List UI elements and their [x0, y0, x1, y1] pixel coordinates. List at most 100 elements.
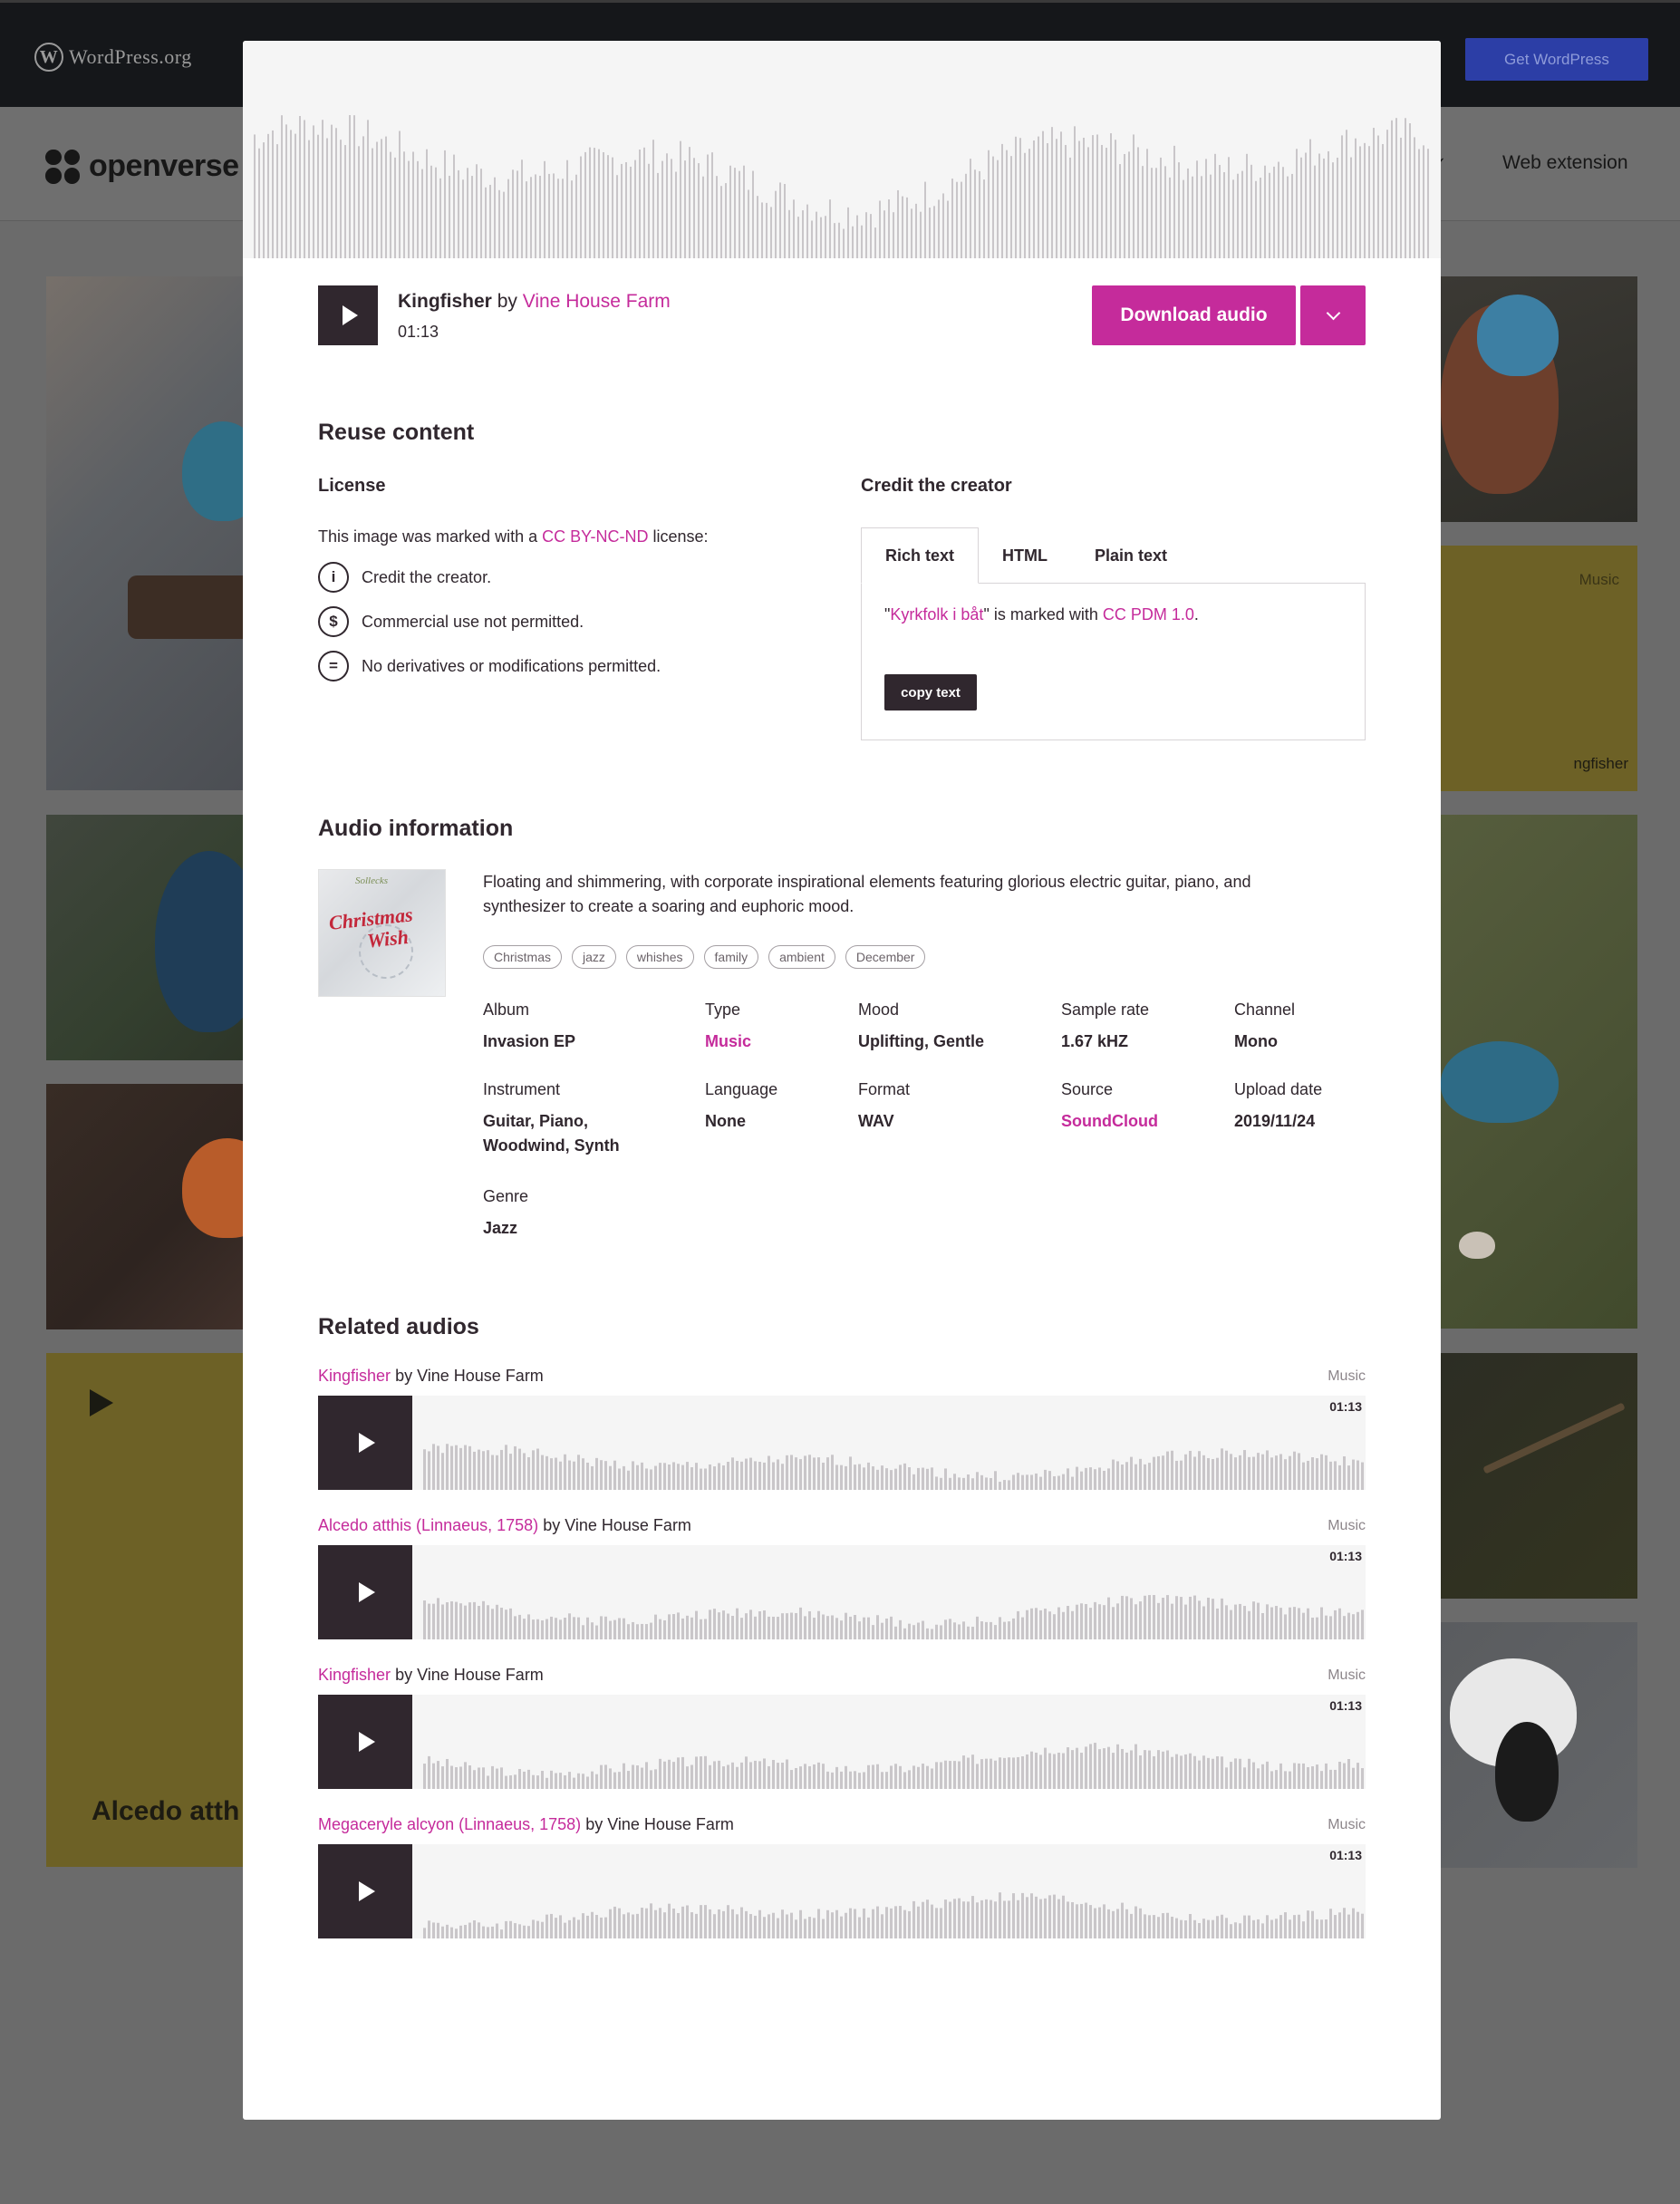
related-audio-link[interactable]: Megaceryle alcyon (Linnaeus, 1758)	[318, 1815, 581, 1833]
audio-tile[interactable]: Music ngfisher	[1441, 546, 1637, 791]
play-button[interactable]	[318, 1545, 412, 1639]
image-tile[interactable]	[1441, 276, 1637, 522]
waveform-bar	[704, 1905, 707, 1938]
waveform-bar	[661, 160, 663, 258]
cover-title-line: Wish	[365, 924, 410, 952]
main-waveform[interactable]	[243, 41, 1441, 258]
waveform-bar	[591, 1622, 594, 1639]
work-link[interactable]: Kyrkfolk i båt	[890, 605, 983, 624]
creator-link[interactable]: Vine House Farm	[523, 291, 671, 312]
waveform-bar	[734, 168, 736, 258]
play-icon[interactable]	[90, 1389, 113, 1416]
waveform-bar	[613, 1619, 616, 1639]
audio-by: by	[497, 291, 517, 312]
image-tile[interactable]	[46, 276, 243, 790]
image-tile[interactable]	[1441, 1353, 1637, 1599]
waveform-bar	[1139, 1601, 1142, 1639]
tag[interactable]: December	[845, 945, 926, 969]
waveform-bar	[441, 1604, 444, 1639]
waveform-bar	[1198, 1451, 1201, 1490]
waveform-bar	[523, 1453, 526, 1490]
tab-rich-text[interactable]: Rich text	[861, 527, 980, 584]
tag[interactable]: whishes	[625, 945, 694, 969]
related-audio-link[interactable]: Kingfisher	[318, 1367, 391, 1385]
waveform-bar	[546, 1914, 548, 1938]
download-audio-button[interactable]: Download audio	[1092, 285, 1296, 345]
tag[interactable]: Christmas	[483, 945, 563, 969]
waveform-bar	[725, 183, 727, 258]
waveform-bar	[539, 175, 541, 258]
waveform-bar	[707, 154, 709, 258]
waveform-bar	[285, 124, 287, 258]
waveform-bar	[872, 1909, 874, 1938]
tag[interactable]: ambient	[768, 945, 835, 969]
waveform-bar	[376, 141, 378, 258]
waveform-bar	[1198, 1600, 1201, 1639]
image-tile[interactable]	[46, 1084, 243, 1329]
waveform-bar	[509, 1920, 512, 1938]
related-waveform[interactable]	[423, 1844, 1366, 1938]
waveform-bar	[1212, 1599, 1214, 1639]
related-waveform[interactable]	[423, 1396, 1366, 1490]
wordpress-logo[interactable]: W WordPress.org	[34, 43, 192, 72]
waveform-bar	[1030, 1608, 1033, 1639]
waveform-bar	[790, 1455, 793, 1490]
play-button[interactable]	[318, 1695, 412, 1789]
play-button[interactable]	[318, 1844, 412, 1938]
image-tile[interactable]	[1441, 815, 1637, 1329]
play-button[interactable]	[318, 285, 378, 345]
waveform-bar	[1243, 1450, 1246, 1490]
related-audio-link[interactable]: Alcedo atthis (Linnaeus, 1758)	[318, 1516, 538, 1534]
waveform-bar	[577, 1455, 580, 1490]
play-button[interactable]	[318, 1396, 412, 1490]
meta-value-link[interactable]: SoundCloud	[1061, 1109, 1158, 1134]
waveform-bar	[1175, 1460, 1178, 1490]
openverse-logo[interactable]: openverse	[45, 149, 239, 184]
waveform-bar	[1216, 1916, 1219, 1938]
related-waveform[interactable]	[423, 1545, 1366, 1639]
web-extension-link[interactable]: Web extension	[1502, 152, 1628, 174]
waveform-bar	[727, 1462, 729, 1490]
copy-text-button[interactable]: copy text	[884, 674, 977, 710]
waveform-bar	[1071, 1476, 1074, 1490]
waveform-bar	[1067, 1901, 1069, 1938]
meta-format: Format WAV	[858, 1080, 910, 1134]
audio-tile[interactable]: Alcedo atth	[46, 1353, 243, 1867]
waveform-bar	[731, 1762, 734, 1789]
get-wordpress-button[interactable]: Get WordPress	[1465, 38, 1648, 81]
waveform-bar	[1116, 1909, 1119, 1938]
license-link[interactable]: CC BY-NC-ND	[542, 527, 648, 546]
license-description: This image was marked with a CC BY-NC-ND…	[318, 527, 709, 546]
attribution-license-link[interactable]: CC PDM 1.0	[1103, 605, 1194, 624]
tag[interactable]: jazz	[572, 945, 616, 969]
related-waveform[interactable]	[423, 1695, 1366, 1789]
waveform-bar	[487, 1605, 489, 1639]
waveform-bar	[902, 196, 903, 258]
image-tile[interactable]	[46, 815, 243, 1060]
related-audio-link[interactable]: Kingfisher	[318, 1666, 391, 1684]
waveform-bar	[428, 1755, 430, 1789]
waveform-bar	[736, 1914, 739, 1938]
waveform-bar	[1298, 1608, 1300, 1639]
tab-plain-text[interactable]: Plain text	[1071, 527, 1191, 584]
waveform-bar	[1305, 152, 1307, 258]
waveform-bar	[840, 1464, 843, 1490]
waveform-bar	[722, 1910, 725, 1938]
waveform-bar	[441, 1453, 444, 1490]
waveform-bar	[604, 1764, 607, 1789]
waveform-bar	[613, 1460, 616, 1490]
download-options-button[interactable]	[1300, 285, 1366, 345]
meta-label: Sample rate	[1061, 1000, 1150, 1019]
image-tile[interactable]	[1441, 1622, 1637, 1868]
audio-description: Floating and shimmering, with corporate …	[483, 873, 1251, 915]
waveform-bar	[795, 1767, 797, 1789]
waveform-bar	[1320, 1771, 1323, 1789]
tag[interactable]: family	[703, 945, 759, 969]
waveform-bar	[980, 1621, 983, 1639]
waveform-bar	[1293, 1915, 1296, 1938]
waveform-bar	[609, 1465, 612, 1490]
tab-html[interactable]: HTML	[979, 527, 1071, 584]
waveform-bar	[505, 1610, 507, 1639]
waveform-bar	[1239, 1603, 1241, 1639]
meta-value-link[interactable]: Music	[705, 1030, 751, 1054]
